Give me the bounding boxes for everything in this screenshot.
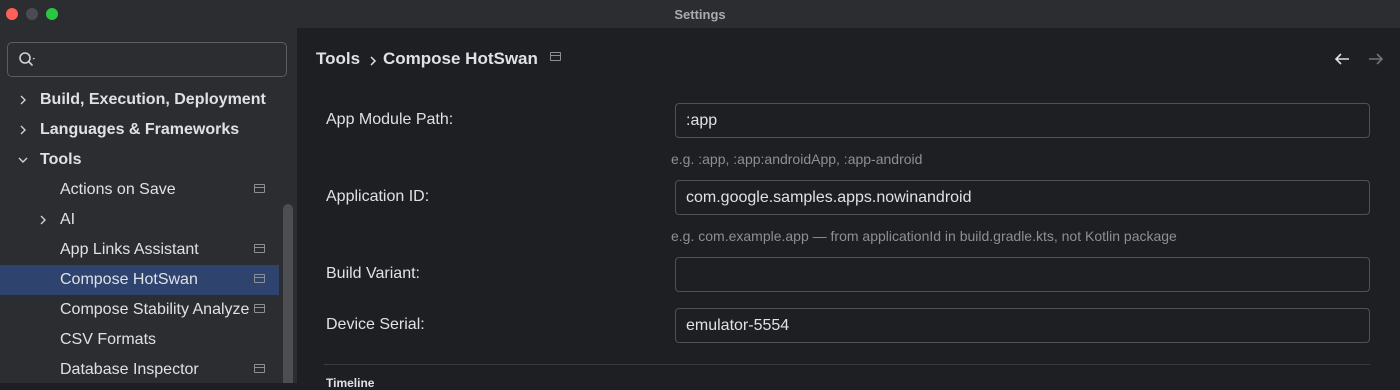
settings-content: Tools Compose HotSwan App Module Path: e… <box>298 28 1400 390</box>
device-serial-label: Device Serial: <box>326 316 425 333</box>
sidebar-item-database-inspector[interactable]: Database Inspector <box>0 355 279 383</box>
sidebar-item-label: Build, Execution, Deployment <box>40 91 266 108</box>
project-settings-icon <box>254 274 265 283</box>
chevron-right-icon[interactable] <box>37 214 49 226</box>
project-settings-icon <box>254 304 265 313</box>
timeline-section-title: Timeline <box>326 376 375 390</box>
sidebar-item-compose-hotswan[interactable]: Compose HotSwan <box>0 265 279 295</box>
sidebar-item-label: CSV Formats <box>60 331 157 348</box>
project-settings-icon <box>254 364 265 373</box>
sidebar-item-compose-stability-analyzer[interactable]: Compose Stability Analyzer <box>0 295 279 325</box>
sidebar-item-label: Languages & Frameworks <box>40 121 240 138</box>
application-id-input[interactable] <box>675 180 1370 215</box>
sidebar-item-label: Compose HotSwan <box>60 271 198 288</box>
device-serial-input[interactable] <box>675 308 1370 343</box>
back-arrow-icon[interactable] <box>1333 51 1351 67</box>
window-title: Settings <box>674 7 726 22</box>
sidebar-item-label: Tools <box>40 151 82 168</box>
project-settings-icon <box>254 184 265 193</box>
sidebar-scrollbar[interactable] <box>283 204 293 383</box>
application-id-hint: e.g. com.example.app — from applicationI… <box>671 228 1177 244</box>
sidebar-item-app-links-assistant[interactable]: App Links Assistant <box>0 235 279 265</box>
sidebar-item-label: App Links Assistant <box>60 241 199 258</box>
settings-search-input[interactable] <box>48 49 278 71</box>
sidebar-item-label: Actions on Save <box>60 181 176 198</box>
project-settings-icon <box>254 244 265 253</box>
build-variant-label: Build Variant: <box>326 265 420 282</box>
title-bar: Settings <box>0 0 1400 28</box>
sidebar-item-label: AI <box>60 211 76 228</box>
forward-arrow-icon[interactable] <box>1367 51 1385 67</box>
sidebar-item-build-execution-deployment[interactable]: Build, Execution, Deployment <box>0 85 279 115</box>
app-module-path-label: App Module Path: <box>326 111 454 128</box>
app-module-path-input[interactable] <box>675 103 1370 138</box>
settings-search-box[interactable] <box>7 42 287 77</box>
chevron-down-icon[interactable] <box>17 154 29 166</box>
sidebar-item-ai[interactable]: AI <box>0 205 279 235</box>
chevron-right-icon[interactable] <box>17 124 29 136</box>
sidebar-item-label: Database Inspector <box>60 361 199 378</box>
search-icon[interactable] <box>18 51 38 69</box>
section-separator <box>324 364 1370 365</box>
app-module-path-hint: e.g. :app, :app:androidApp, :app-android <box>671 151 923 167</box>
project-settings-icon <box>550 52 561 61</box>
breadcrumb-parent[interactable]: Tools <box>316 49 360 69</box>
chevron-right-icon[interactable] <box>17 94 29 106</box>
breadcrumb-current: Compose HotSwan <box>383 49 538 68</box>
settings-sidebar: Build, Execution, Deployment Languages &… <box>0 28 297 383</box>
sidebar-item-languages-frameworks[interactable]: Languages & Frameworks <box>0 115 279 145</box>
sidebar-item-label: Compose Stability Analyzer <box>60 301 250 318</box>
breadcrumb-chevron-icon <box>370 56 377 66</box>
sidebar-item-csv-formats[interactable]: CSV Formats <box>0 325 279 355</box>
sidebar-item-actions-on-save[interactable]: Actions on Save <box>0 175 279 205</box>
sidebar-item-tools[interactable]: Tools <box>0 145 279 175</box>
application-id-label: Application ID: <box>326 188 430 205</box>
build-variant-input[interactable] <box>675 257 1370 292</box>
